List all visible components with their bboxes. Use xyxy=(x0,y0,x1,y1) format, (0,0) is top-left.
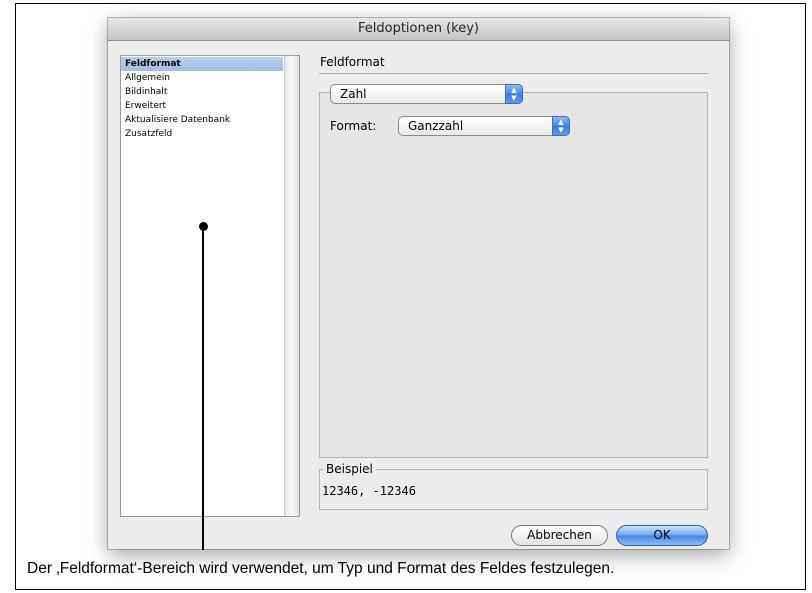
ok-button[interactable]: OK xyxy=(616,525,708,546)
type-popup[interactable]: Zahl ▲ ▼ xyxy=(330,84,523,104)
sidebar-list: Feldformat Allgemein Bildinhalt Erweiter… xyxy=(121,57,283,141)
format-popup[interactable]: Ganzzahl ▲ ▼ xyxy=(398,116,570,136)
format-popup-value: Ganzzahl xyxy=(408,119,464,133)
sidebar-item-feldformat[interactable]: Feldformat xyxy=(121,57,283,71)
format-label: Format: xyxy=(330,119,377,133)
cancel-button[interactable]: Abbrechen xyxy=(511,525,608,546)
example-value: 12346, -12346 xyxy=(322,484,416,498)
sidebar-scrollbar[interactable] xyxy=(284,56,299,516)
sidebar-item-bildinhalt[interactable]: Bildinhalt xyxy=(121,85,283,99)
section-divider xyxy=(319,73,708,74)
chevron-updown-icon: ▲ ▼ xyxy=(505,84,523,104)
type-popup-value: Zahl xyxy=(340,87,367,101)
sidebar-item-allgemein[interactable]: Allgemein xyxy=(121,71,283,85)
callout-line xyxy=(202,226,204,550)
chevron-updown-icon: ▲ ▼ xyxy=(552,116,570,136)
section-title: Feldformat xyxy=(320,55,385,69)
sidebar-item-erweitert[interactable]: Erweitert xyxy=(121,99,283,113)
sidebar-item-zusatzfeld[interactable]: Zusatzfeld xyxy=(121,127,283,141)
format-group-box xyxy=(319,92,708,458)
example-legend: Beispiel xyxy=(323,462,376,476)
sidebar-item-aktualisiere-datenbank[interactable]: Aktualisiere Datenbank xyxy=(121,113,283,127)
window-title: Feldoptionen (key) xyxy=(108,18,729,41)
options-sidebar: Feldformat Allgemein Bildinhalt Erweiter… xyxy=(120,55,300,517)
figure-caption: Der ‚Feldformat‘-Bereich wird verwendet,… xyxy=(27,560,615,577)
callout-dot xyxy=(199,222,208,231)
